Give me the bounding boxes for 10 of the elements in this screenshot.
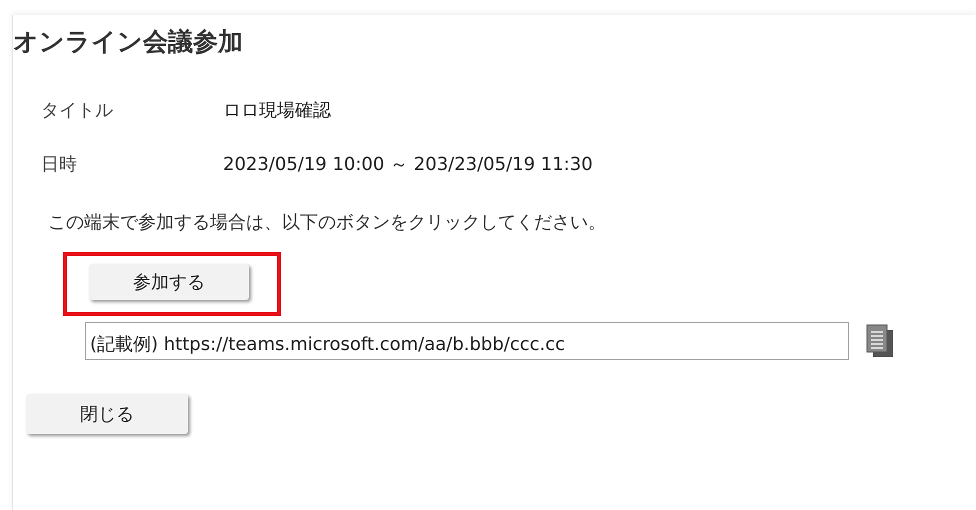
field-label: 日時 [41, 153, 78, 176]
instruction-text: この端末で参加する場合は、以下のボタンをクリックしてください。 [47, 211, 607, 234]
field-label: タイトル [41, 99, 114, 122]
field-value: 2023/05/19 10:00 ～ 203/23/05/19 11:30 [223, 153, 594, 176]
url-field[interactable]: (記載例) https://teams.microsoft.com/aa/b.bbb/ccc.cc [85, 322, 849, 360]
dialog-title: オンライン会議参加 [13, 26, 244, 58]
field-value: ロロ現場確認 [223, 99, 332, 122]
copy-icon[interactable] [865, 324, 895, 358]
close-button[interactable]: 閉じる [26, 394, 188, 434]
join-button[interactable]: 参加する [89, 264, 249, 300]
